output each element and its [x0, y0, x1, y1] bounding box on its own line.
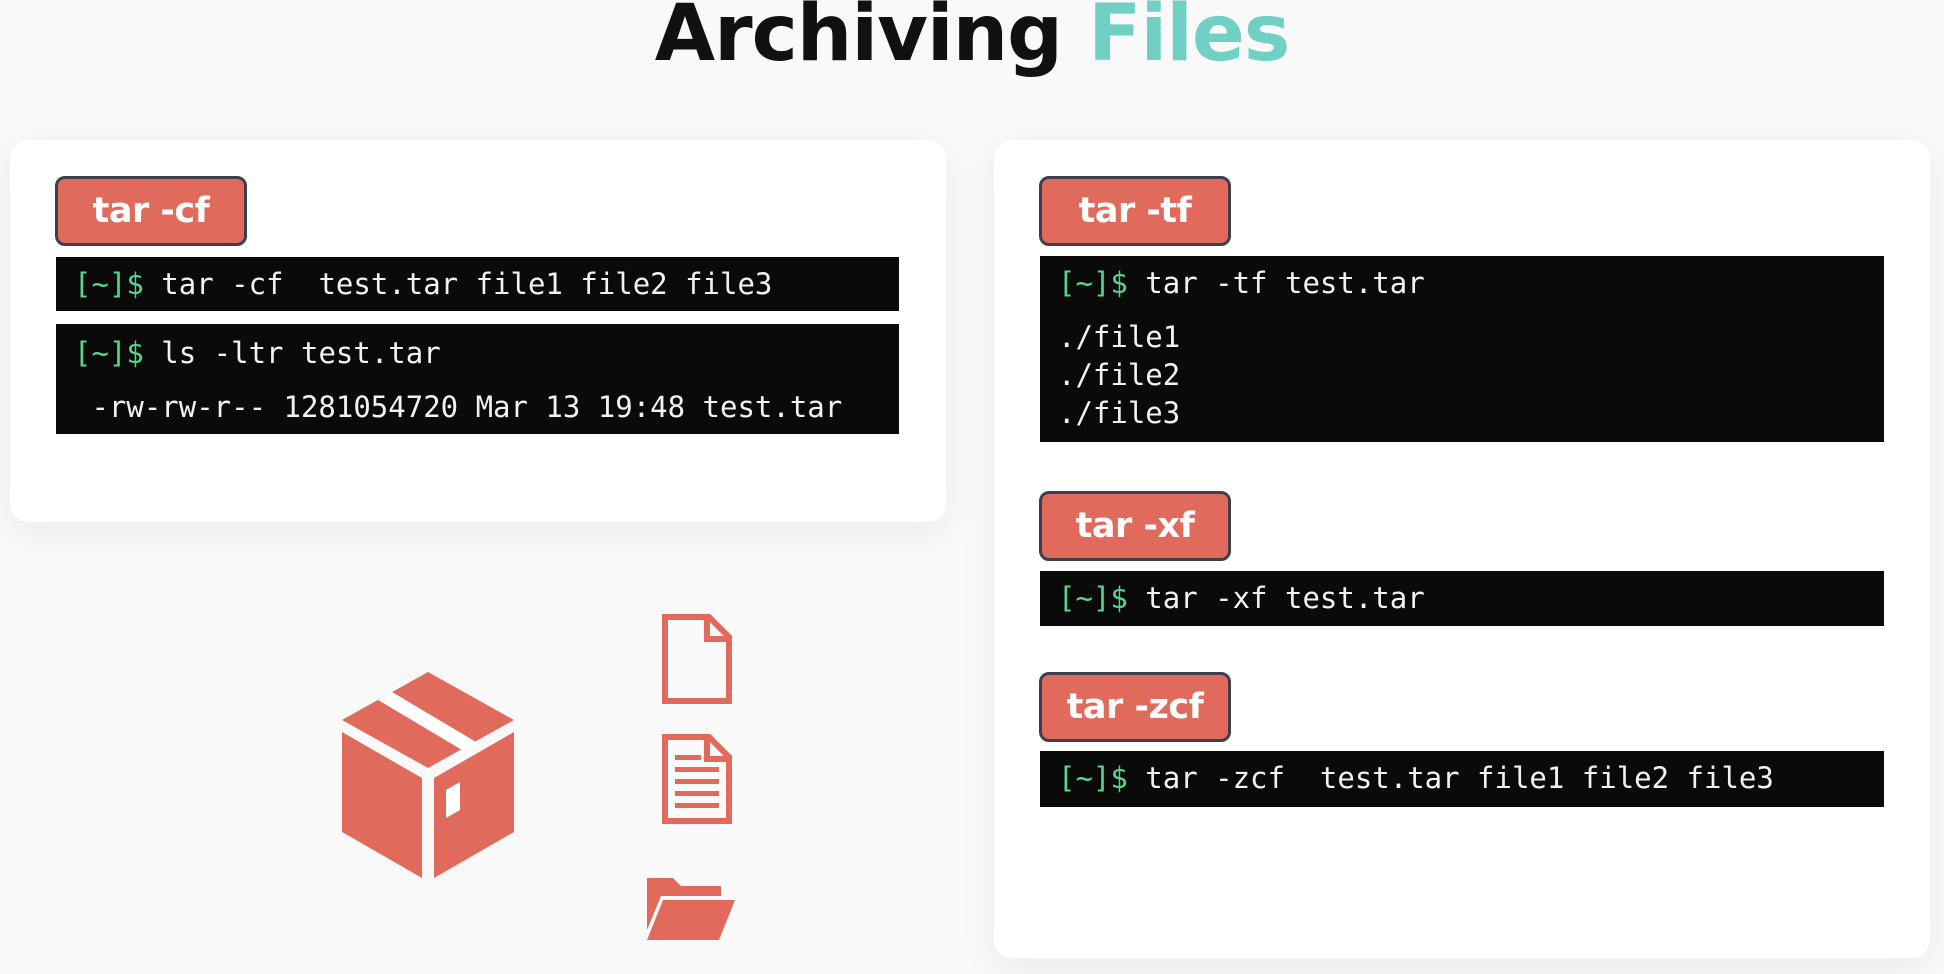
- text-file-icon: [662, 734, 732, 824]
- output-line: ./file2: [1058, 358, 1181, 392]
- command-text: tar -cf test.tar file1 file2 file3: [143, 267, 773, 301]
- badge-tar-tf: tar -tf: [1039, 176, 1231, 246]
- output-line: ./file3: [1058, 396, 1181, 430]
- prompt: [~]$: [1058, 761, 1128, 795]
- badge-tar-xf: tar -xf: [1039, 491, 1231, 561]
- open-folder-icon: [647, 878, 735, 940]
- blank-file-icon: [662, 614, 732, 704]
- page-title: Archiving Files: [0, 0, 1944, 78]
- terminal-tar-cf: [~]$ tar -cf test.tar file1 file2 file3: [56, 257, 899, 311]
- badge-tar-zcf: tar -zcf: [1039, 672, 1231, 742]
- prompt: [~]$: [1058, 266, 1128, 300]
- prompt: [~]$: [74, 267, 144, 301]
- title-main: Archiving: [654, 0, 1089, 79]
- badge-tar-cf: tar -cf: [55, 176, 247, 246]
- output-line: ./file1: [1058, 320, 1181, 354]
- prompt: [~]$: [1058, 581, 1128, 615]
- command-text: tar -zcf test.tar file1 file2 file3: [1127, 761, 1774, 795]
- command-text: ls -ltr test.tar: [143, 336, 441, 370]
- terminal-tar-tf: [~]$ tar -tf test.tar ./file1 ./file2 ./fil…: [1040, 256, 1884, 442]
- package-box-icon: [342, 672, 514, 878]
- terminal-tar-xf: [~]$ tar -xf test.tar: [1040, 571, 1884, 626]
- terminal-tar-zcf: [~]$ tar -zcf test.tar file1 file2 file3: [1040, 751, 1884, 807]
- command-output: -rw-rw-r-- 1281054720 Mar 13 19:48 test.…: [74, 390, 843, 424]
- title-accent: Files: [1088, 0, 1290, 79]
- command-text: tar -tf test.tar: [1127, 266, 1425, 300]
- prompt: [~]$: [74, 336, 144, 370]
- command-text: tar -xf test.tar: [1127, 581, 1425, 615]
- terminal-ls-ltr: [~]$ ls -ltr test.tar -rw-rw-r-- 1281054…: [56, 324, 899, 434]
